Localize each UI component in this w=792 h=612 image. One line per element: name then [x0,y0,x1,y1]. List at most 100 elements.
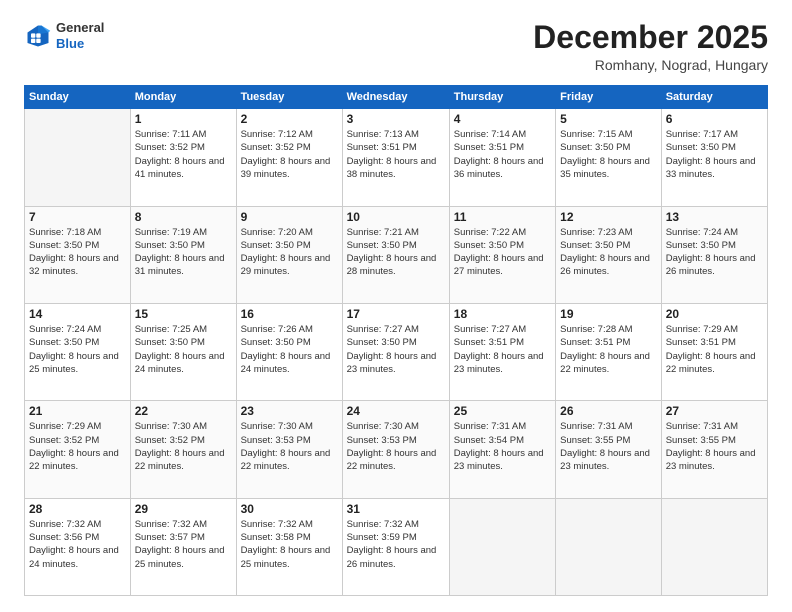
calendar-week-row: 21 Sunrise: 7:29 AM Sunset: 3:52 PM Dayl… [25,401,768,498]
calendar-day-header: Tuesday [236,86,342,109]
calendar-cell: 13 Sunrise: 7:24 AM Sunset: 3:50 PM Dayl… [661,206,767,303]
calendar-table: SundayMondayTuesdayWednesdayThursdayFrid… [24,85,768,596]
calendar-cell: 31 Sunrise: 7:32 AM Sunset: 3:59 PM Dayl… [342,498,449,595]
calendar-cell: 8 Sunrise: 7:19 AM Sunset: 3:50 PM Dayli… [130,206,236,303]
day-number: 7 [29,210,126,224]
day-number: 26 [560,404,657,418]
day-number: 28 [29,502,126,516]
day-info: Sunrise: 7:23 AM Sunset: 3:50 PM Dayligh… [560,226,657,279]
day-info: Sunrise: 7:27 AM Sunset: 3:51 PM Dayligh… [454,323,551,376]
calendar-cell: 19 Sunrise: 7:28 AM Sunset: 3:51 PM Dayl… [556,303,662,400]
day-number: 31 [347,502,445,516]
calendar-header-row: SundayMondayTuesdayWednesdayThursdayFrid… [25,86,768,109]
calendar-cell: 3 Sunrise: 7:13 AM Sunset: 3:51 PM Dayli… [342,109,449,206]
calendar-cell: 30 Sunrise: 7:32 AM Sunset: 3:58 PM Dayl… [236,498,342,595]
page: General Blue December 2025 Romhany, Nogr… [0,0,792,612]
calendar-cell: 18 Sunrise: 7:27 AM Sunset: 3:51 PM Dayl… [449,303,555,400]
day-info: Sunrise: 7:28 AM Sunset: 3:51 PM Dayligh… [560,323,657,376]
title-block: December 2025 Romhany, Nograd, Hungary [533,20,768,73]
calendar-day-header: Saturday [661,86,767,109]
logo-blue: Blue [56,36,84,51]
day-info: Sunrise: 7:32 AM Sunset: 3:57 PM Dayligh… [135,518,232,571]
calendar-cell: 6 Sunrise: 7:17 AM Sunset: 3:50 PM Dayli… [661,109,767,206]
day-info: Sunrise: 7:30 AM Sunset: 3:52 PM Dayligh… [135,420,232,473]
day-number: 19 [560,307,657,321]
day-number: 29 [135,502,232,516]
calendar-cell: 14 Sunrise: 7:24 AM Sunset: 3:50 PM Dayl… [25,303,131,400]
day-number: 3 [347,112,445,126]
calendar-week-row: 7 Sunrise: 7:18 AM Sunset: 3:50 PM Dayli… [25,206,768,303]
day-info: Sunrise: 7:31 AM Sunset: 3:55 PM Dayligh… [666,420,763,473]
day-info: Sunrise: 7:31 AM Sunset: 3:54 PM Dayligh… [454,420,551,473]
month-title: December 2025 [533,20,768,55]
calendar-day-header: Thursday [449,86,555,109]
calendar-day-header: Wednesday [342,86,449,109]
calendar-cell: 10 Sunrise: 7:21 AM Sunset: 3:50 PM Dayl… [342,206,449,303]
calendar-cell: 22 Sunrise: 7:30 AM Sunset: 3:52 PM Dayl… [130,401,236,498]
day-info: Sunrise: 7:26 AM Sunset: 3:50 PM Dayligh… [241,323,338,376]
day-info: Sunrise: 7:27 AM Sunset: 3:50 PM Dayligh… [347,323,445,376]
calendar-day-header: Monday [130,86,236,109]
calendar-cell: 4 Sunrise: 7:14 AM Sunset: 3:51 PM Dayli… [449,109,555,206]
calendar-cell: 1 Sunrise: 7:11 AM Sunset: 3:52 PM Dayli… [130,109,236,206]
calendar-cell: 5 Sunrise: 7:15 AM Sunset: 3:50 PM Dayli… [556,109,662,206]
calendar-cell: 21 Sunrise: 7:29 AM Sunset: 3:52 PM Dayl… [25,401,131,498]
calendar-cell: 28 Sunrise: 7:32 AM Sunset: 3:56 PM Dayl… [25,498,131,595]
day-number: 13 [666,210,763,224]
day-number: 4 [454,112,551,126]
day-number: 24 [347,404,445,418]
day-info: Sunrise: 7:32 AM Sunset: 3:59 PM Dayligh… [347,518,445,571]
calendar-cell: 23 Sunrise: 7:30 AM Sunset: 3:53 PM Dayl… [236,401,342,498]
calendar-cell: 16 Sunrise: 7:26 AM Sunset: 3:50 PM Dayl… [236,303,342,400]
calendar-cell: 24 Sunrise: 7:30 AM Sunset: 3:53 PM Dayl… [342,401,449,498]
calendar-day-header: Friday [556,86,662,109]
day-info: Sunrise: 7:24 AM Sunset: 3:50 PM Dayligh… [666,226,763,279]
day-number: 30 [241,502,338,516]
day-info: Sunrise: 7:12 AM Sunset: 3:52 PM Dayligh… [241,128,338,181]
day-info: Sunrise: 7:32 AM Sunset: 3:56 PM Dayligh… [29,518,126,571]
day-number: 11 [454,210,551,224]
calendar-cell: 17 Sunrise: 7:27 AM Sunset: 3:50 PM Dayl… [342,303,449,400]
day-number: 14 [29,307,126,321]
day-number: 23 [241,404,338,418]
day-info: Sunrise: 7:32 AM Sunset: 3:58 PM Dayligh… [241,518,338,571]
day-info: Sunrise: 7:22 AM Sunset: 3:50 PM Dayligh… [454,226,551,279]
calendar-cell: 27 Sunrise: 7:31 AM Sunset: 3:55 PM Dayl… [661,401,767,498]
day-number: 10 [347,210,445,224]
day-info: Sunrise: 7:24 AM Sunset: 3:50 PM Dayligh… [29,323,126,376]
calendar-week-row: 1 Sunrise: 7:11 AM Sunset: 3:52 PM Dayli… [25,109,768,206]
day-info: Sunrise: 7:13 AM Sunset: 3:51 PM Dayligh… [347,128,445,181]
day-number: 12 [560,210,657,224]
day-info: Sunrise: 7:18 AM Sunset: 3:50 PM Dayligh… [29,226,126,279]
calendar-cell: 9 Sunrise: 7:20 AM Sunset: 3:50 PM Dayli… [236,206,342,303]
day-number: 27 [666,404,763,418]
calendar-cell: 25 Sunrise: 7:31 AM Sunset: 3:54 PM Dayl… [449,401,555,498]
day-info: Sunrise: 7:30 AM Sunset: 3:53 PM Dayligh… [241,420,338,473]
calendar-week-row: 14 Sunrise: 7:24 AM Sunset: 3:50 PM Dayl… [25,303,768,400]
calendar-cell: 15 Sunrise: 7:25 AM Sunset: 3:50 PM Dayl… [130,303,236,400]
calendar-cell: 26 Sunrise: 7:31 AM Sunset: 3:55 PM Dayl… [556,401,662,498]
calendar-cell [449,498,555,595]
day-number: 20 [666,307,763,321]
day-info: Sunrise: 7:25 AM Sunset: 3:50 PM Dayligh… [135,323,232,376]
header: General Blue December 2025 Romhany, Nogr… [24,20,768,73]
calendar-cell [661,498,767,595]
day-number: 25 [454,404,551,418]
logo-text: General Blue [56,20,104,51]
logo-icon [24,22,52,50]
day-number: 16 [241,307,338,321]
day-info: Sunrise: 7:19 AM Sunset: 3:50 PM Dayligh… [135,226,232,279]
day-number: 21 [29,404,126,418]
day-info: Sunrise: 7:15 AM Sunset: 3:50 PM Dayligh… [560,128,657,181]
day-info: Sunrise: 7:30 AM Sunset: 3:53 PM Dayligh… [347,420,445,473]
subtitle: Romhany, Nograd, Hungary [533,57,768,73]
day-number: 22 [135,404,232,418]
calendar-cell [556,498,662,595]
day-number: 9 [241,210,338,224]
day-info: Sunrise: 7:29 AM Sunset: 3:52 PM Dayligh… [29,420,126,473]
calendar-cell: 2 Sunrise: 7:12 AM Sunset: 3:52 PM Dayli… [236,109,342,206]
calendar-cell: 11 Sunrise: 7:22 AM Sunset: 3:50 PM Dayl… [449,206,555,303]
day-info: Sunrise: 7:31 AM Sunset: 3:55 PM Dayligh… [560,420,657,473]
logo: General Blue [24,20,104,51]
day-info: Sunrise: 7:29 AM Sunset: 3:51 PM Dayligh… [666,323,763,376]
